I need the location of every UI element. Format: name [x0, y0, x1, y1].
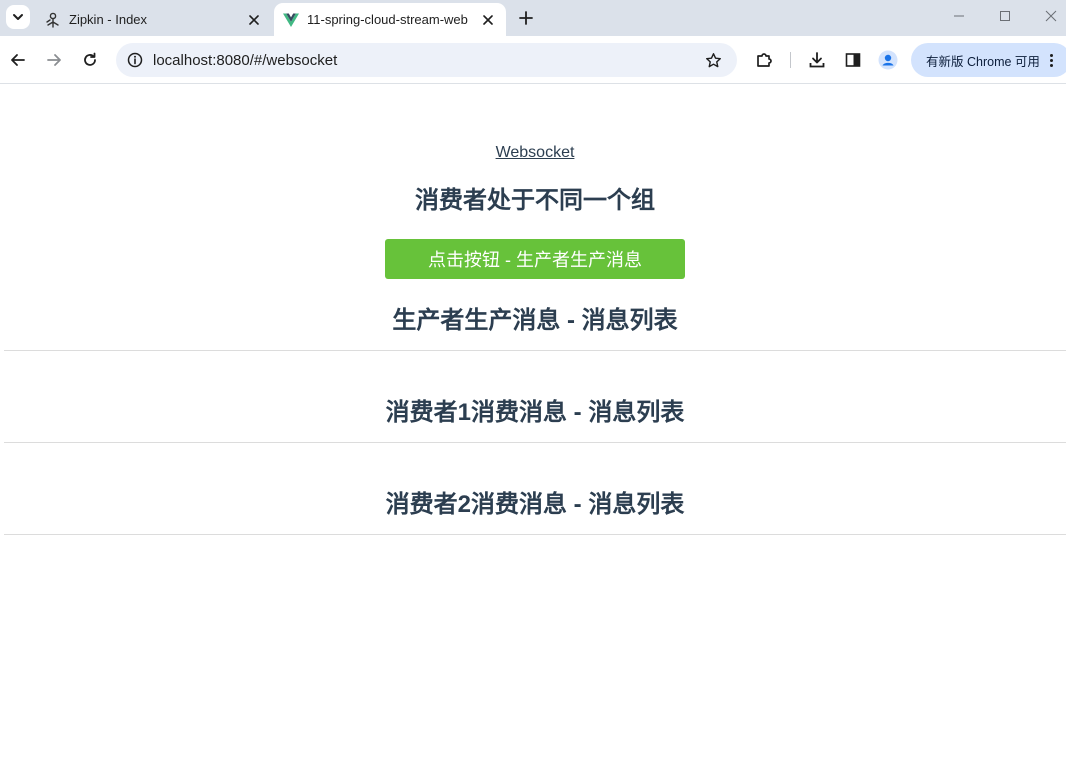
side-panel-button[interactable]	[839, 46, 867, 74]
back-button[interactable]	[4, 46, 32, 74]
kebab-menu-icon[interactable]	[1048, 53, 1056, 67]
extensions-icon	[757, 53, 772, 67]
update-label: 有新版 Chrome 可用	[926, 54, 1040, 69]
page-content: Websocket 消费者处于不同一个组 点击按钮 - 生产者生产消息 生产者生…	[0, 84, 1066, 773]
tab-search-icon	[13, 14, 23, 20]
zipkin-icon	[45, 12, 61, 28]
minimize-button[interactable]	[936, 4, 982, 28]
chrome-update-button[interactable]: 有新版 Chrome 可用	[911, 43, 1066, 77]
window-close-icon	[1045, 10, 1057, 22]
reload-button[interactable]	[76, 46, 104, 74]
forward-button[interactable]	[40, 46, 68, 74]
download-icon	[809, 52, 825, 68]
profile-icon	[878, 50, 898, 70]
bookmark-star-button[interactable]	[701, 48, 725, 72]
consumer1-list-divider	[4, 442, 1066, 443]
side-panel-icon	[845, 53, 861, 67]
vue-icon	[283, 12, 299, 28]
maximize-button[interactable]	[982, 4, 1028, 28]
minimize-icon	[954, 15, 964, 17]
close-icon	[483, 14, 493, 25]
url-text[interactable]: localhost:8080/#/websocket	[153, 52, 701, 69]
websocket-link[interactable]: Websocket	[496, 144, 575, 161]
new-tab-button[interactable]	[514, 6, 538, 30]
info-icon[interactable]	[125, 50, 145, 70]
profile-button[interactable]	[874, 46, 902, 74]
nav: Websocket	[0, 144, 1066, 162]
tab-search-button[interactable]	[6, 5, 30, 29]
back-arrow-icon	[11, 54, 25, 66]
reload-icon	[84, 52, 96, 66]
producer-list-title: 生产者生产消息 - 消息列表	[392, 307, 678, 334]
tab-strip: Zipkin - Index 11-spring-cloud-stream-we…	[0, 0, 1066, 36]
toolbar-separator	[790, 52, 791, 68]
plus-icon	[519, 11, 533, 25]
consumer2-list-title: 消费者2消费消息 - 消息列表	[385, 491, 685, 518]
tab-zipkin[interactable]: Zipkin - Index	[36, 3, 272, 36]
browser-toolbar: localhost:8080/#/websocket 有新版 Chrome 可用	[0, 36, 1066, 84]
group-title: 消费者处于不同一个组	[415, 187, 655, 214]
star-icon	[705, 52, 721, 67]
tab-title: Zipkin - Index	[69, 12, 148, 27]
extensions-button[interactable]	[750, 46, 778, 74]
tab-title: 11-spring-cloud-stream-web	[307, 12, 468, 27]
tab-spring-cloud-stream[interactable]: 11-spring-cloud-stream-web	[274, 3, 506, 36]
produce-message-button[interactable]: 点击按钮 - 生产者生产消息	[385, 239, 685, 279]
close-icon	[249, 14, 259, 25]
window-close-button[interactable]	[1028, 4, 1066, 28]
tab-close-button[interactable]	[244, 10, 264, 30]
producer-list-divider	[4, 350, 1066, 351]
consumer2-list-divider	[4, 534, 1066, 535]
address-bar[interactable]: localhost:8080/#/websocket	[116, 43, 737, 77]
consumer1-list-title: 消费者1消费消息 - 消息列表	[385, 399, 685, 426]
downloads-button[interactable]	[803, 46, 831, 74]
tab-close-button[interactable]	[478, 10, 498, 30]
forward-arrow-icon	[47, 54, 61, 66]
maximize-icon	[1000, 11, 1010, 21]
